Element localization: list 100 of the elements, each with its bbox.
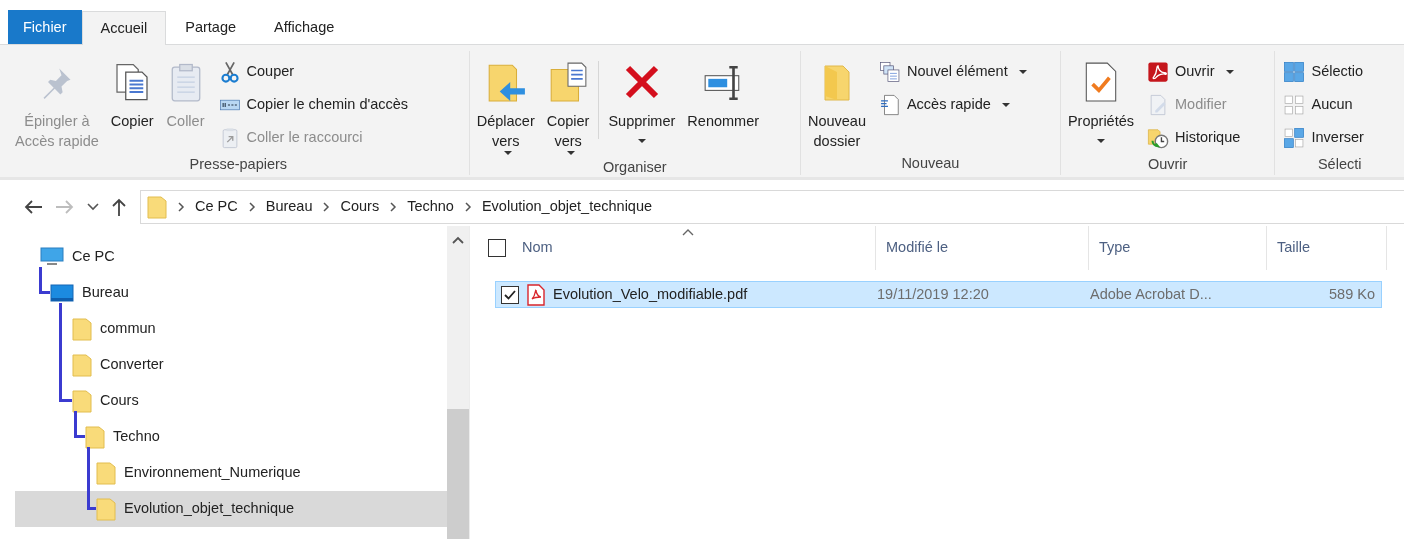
empty-grid-icon bbox=[1283, 93, 1306, 116]
ribbon-button[interactable]: Nouvel élément bbox=[874, 55, 1031, 88]
group-label: Presse-papiers bbox=[188, 155, 289, 174]
ribbon-button[interactable]: Nouveau dossier bbox=[804, 51, 869, 153]
breadcrumb-item[interactable]: Techno bbox=[407, 196, 454, 218]
tree-item[interactable]: Evolution_objet_technique bbox=[15, 491, 447, 527]
tree-line bbox=[39, 267, 50, 294]
scissors-icon bbox=[218, 60, 241, 83]
folder-icon bbox=[96, 497, 116, 521]
dropdown-icon[interactable] bbox=[87, 203, 99, 211]
chevron-icon bbox=[247, 201, 256, 213]
tree-item[interactable]: Bureau bbox=[15, 275, 447, 311]
breadcrumb-item[interactable]: Ce PC bbox=[195, 196, 238, 218]
ribbon-button[interactable]: Inverser bbox=[1279, 121, 1368, 154]
column-header[interactable]: Taille bbox=[1267, 226, 1387, 270]
chevron-icon bbox=[322, 201, 331, 213]
tree-item-label: Techno bbox=[113, 427, 160, 447]
caret-icon bbox=[1225, 69, 1234, 74]
scroll-up-icon[interactable] bbox=[452, 236, 464, 244]
group-label: Nouveau bbox=[900, 154, 961, 173]
breadcrumb-item[interactable]: Evolution_objet_technique bbox=[481, 196, 653, 218]
column-header[interactable]: Nom bbox=[488, 226, 876, 270]
caret-icon bbox=[1018, 69, 1027, 74]
monitor-icon bbox=[40, 247, 64, 267]
folder-icon bbox=[72, 389, 92, 413]
ribbon-button[interactable]: Aucun bbox=[1279, 88, 1368, 121]
desktop-icon bbox=[50, 284, 74, 302]
ribbon-button[interactable]: Sélectio bbox=[1279, 55, 1368, 88]
caret-icon bbox=[1096, 139, 1105, 143]
row-checkbox[interactable] bbox=[501, 285, 519, 304]
up-icon[interactable] bbox=[111, 197, 127, 217]
tree-item-label: Bureau bbox=[82, 283, 129, 303]
group-label: Sélecti bbox=[1316, 155, 1363, 174]
column-header[interactable]: Modifié le bbox=[876, 226, 1089, 270]
folder-icon bbox=[85, 425, 105, 449]
new-item-icon bbox=[878, 60, 901, 83]
modified-date: 19/11/2019 12:20 bbox=[877, 284, 990, 304]
ribbon-button[interactable]: Copier le chemin d'accès bbox=[214, 88, 413, 121]
file-row[interactable]: Evolution_Velo_modifiable.pdf 19/11/2019 12:20 Adobe Acrobat D... 589 Ko bbox=[495, 281, 1382, 308]
edit-icon bbox=[1147, 93, 1169, 116]
tree-item-label: Cours bbox=[100, 391, 139, 411]
tree-item-label: Evolution_objet_technique bbox=[124, 499, 295, 519]
document-icon bbox=[878, 93, 901, 116]
tree-line bbox=[87, 447, 96, 510]
column-label: Modifié le bbox=[886, 238, 949, 258]
column-label: Taille bbox=[1277, 238, 1311, 258]
chevron-icon bbox=[177, 201, 185, 213]
back-icon[interactable] bbox=[23, 199, 43, 215]
history-icon bbox=[1147, 126, 1169, 149]
chevron-icon bbox=[389, 201, 398, 213]
caret-icon bbox=[566, 151, 575, 155]
ribbon-button[interactable]: Accès rapide bbox=[874, 88, 1031, 121]
select-all-checkbox[interactable] bbox=[488, 239, 506, 257]
invert-grid-icon bbox=[1283, 126, 1306, 149]
column-header[interactable]: Type bbox=[1089, 226, 1267, 270]
folder-icon bbox=[72, 317, 92, 341]
ribbon-button[interactable]: Supprimer bbox=[605, 51, 679, 145]
ribbon-button[interactable]: Déplacer vers bbox=[473, 51, 538, 157]
file-size: 589 Ko bbox=[1328, 284, 1375, 304]
caret-icon bbox=[504, 151, 513, 155]
tree-item[interactable]: Converter bbox=[15, 347, 447, 383]
breadcrumb-item[interactable]: Bureau bbox=[265, 196, 313, 218]
ribbon-tab[interactable]: Affichage bbox=[255, 10, 354, 44]
caret-icon bbox=[1001, 102, 1010, 107]
tree-item-label: commun bbox=[100, 319, 156, 339]
ribbon-button[interactable]: Propriétés bbox=[1064, 51, 1137, 145]
column-label: Type bbox=[1099, 238, 1131, 258]
group-label: Ouvrir bbox=[1146, 155, 1189, 174]
file-menu-tab[interactable]: Fichier bbox=[8, 10, 82, 44]
tree-item-label: Environnement_Numerique bbox=[124, 463, 301, 483]
breadcrumb-item[interactable]: Cours bbox=[340, 196, 380, 218]
ribbon-tab[interactable]: Accueil bbox=[81, 11, 167, 45]
tree-item-label: Converter bbox=[100, 355, 164, 375]
folder-icon bbox=[147, 195, 167, 219]
file-name: Evolution_Velo_modifiable.pdf bbox=[553, 284, 748, 304]
tree-item[interactable]: Environnement_Numerique bbox=[15, 455, 447, 491]
tree-item[interactable]: commun bbox=[15, 311, 447, 347]
caret-icon bbox=[637, 139, 646, 143]
pdf-file-icon bbox=[527, 283, 545, 306]
file-type: Adobe Acrobat D... bbox=[1090, 284, 1213, 304]
ribbon-button[interactable]: Renommer bbox=[684, 51, 763, 133]
tree-item[interactable]: Ce PC bbox=[15, 239, 447, 275]
grid-icon bbox=[1283, 60, 1306, 83]
chevron-icon bbox=[463, 201, 472, 213]
tree-line bbox=[74, 411, 85, 438]
group-label: Organiser bbox=[601, 158, 668, 177]
ribbon-button[interactable]: Historique bbox=[1143, 121, 1245, 154]
ribbon-button[interactable]: Couper bbox=[214, 55, 413, 88]
ribbon-button[interactable]: Copier vers bbox=[543, 51, 593, 157]
tree-item[interactable]: Techno bbox=[15, 419, 447, 455]
tree-item[interactable]: Cours bbox=[15, 383, 447, 419]
ribbon-button[interactable]: Ouvrir bbox=[1143, 55, 1245, 88]
column-label: Nom bbox=[522, 238, 553, 258]
scrollbar-thumb[interactable] bbox=[447, 409, 469, 539]
pdf-icon bbox=[1147, 60, 1169, 83]
sort-icon bbox=[681, 228, 694, 236]
ribbon-tab[interactable]: Partage bbox=[166, 10, 256, 44]
folder-icon bbox=[72, 353, 92, 377]
folder-icon bbox=[96, 461, 116, 485]
ribbon-button[interactable]: Copier bbox=[107, 51, 157, 133]
